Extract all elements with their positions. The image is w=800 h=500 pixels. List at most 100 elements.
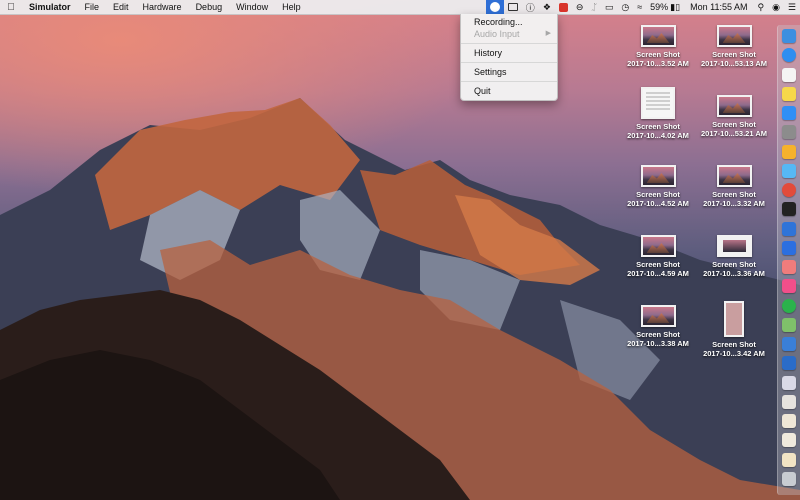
status-item-timemachine[interactable]: ◷ xyxy=(617,0,633,14)
menu-item-audio-input-label: Audio Input xyxy=(474,29,520,39)
trash-icon[interactable] xyxy=(782,471,796,486)
wifi-icon: ≈ xyxy=(637,2,643,12)
dropbox-icon: ❖ xyxy=(542,1,551,12)
file-date: 2017-10...4.59 AM xyxy=(627,269,689,278)
file-thumbnail xyxy=(640,25,676,47)
clock[interactable]: Mon 11:55 AM xyxy=(684,0,753,14)
status-item-battery[interactable]: 59% ▮▯ xyxy=(646,0,684,14)
system-preferences-icon[interactable] xyxy=(782,125,796,140)
airplay-icon: ▭ xyxy=(604,1,614,12)
app-store-icon[interactable] xyxy=(782,106,796,120)
status-area: ⓘ ❖ ⊖ ᛢ ▭ ◷ ≈ 59% ▮▯ Mon 11:55 AM ⚲ ◉ ☰ xyxy=(485,0,800,14)
file-thumbnail xyxy=(640,305,676,327)
bluetooth-icon: ᛢ xyxy=(591,2,597,12)
spotlight-search-icon: ⚲ xyxy=(757,1,765,12)
red-app-icon xyxy=(558,2,568,12)
desktop-file-screen-shot[interactable]: Screen Shot 2017-10...53.13 AM xyxy=(696,25,772,68)
photo-stack-icon[interactable] xyxy=(782,394,796,409)
file-thumbnail xyxy=(716,235,752,257)
desktop-file-screen-shot[interactable]: Screen Shot 2017-10...4.02 AM xyxy=(620,87,696,140)
status-item-info[interactable]: ⓘ xyxy=(522,0,539,14)
file-date: 2017-10...4.52 AM xyxy=(627,199,689,208)
file-name: Screen Shot xyxy=(712,120,756,129)
file-thumbnail xyxy=(640,165,676,187)
file-name: Screen Shot xyxy=(712,190,756,199)
status-item-dropbox[interactable]: ❖ xyxy=(539,0,555,14)
file-date: 2017-10...3.32 AM xyxy=(703,199,765,208)
app-menu[interactable]: Simulator xyxy=(22,0,78,14)
desktop-file-screen-shot[interactable]: Screen Shot 2017-10...3.52 AM xyxy=(620,25,696,68)
menu-item-settings[interactable]: Settings xyxy=(461,66,557,78)
time-machine-icon: ◷ xyxy=(621,1,630,12)
status-item-circle[interactable]: ⊖ xyxy=(572,0,588,14)
file-name: Screen Shot xyxy=(636,330,680,339)
file-thumbnail xyxy=(716,25,752,47)
menu-hardware[interactable]: Hardware xyxy=(136,0,189,14)
terminal-icon[interactable] xyxy=(782,202,796,217)
xcode-tools-icon[interactable] xyxy=(782,356,796,371)
file-name: Screen Shot xyxy=(712,260,756,269)
menu-item-quit[interactable]: Quit xyxy=(461,85,557,97)
battery-percent: 59% xyxy=(650,2,669,12)
menu-help[interactable]: Help xyxy=(275,0,308,14)
desktop-file-screen-shot[interactable]: Screen Shot 2017-10...3.32 AM xyxy=(696,165,772,208)
file-thumbnail xyxy=(641,87,675,119)
file-date: 2017-10...53.21 AM xyxy=(700,129,767,138)
file-date: 2017-10...4.02 AM xyxy=(627,131,689,140)
desktop-file-screen-shot[interactable]: Screen Shot 2017-10...3.42 AM xyxy=(696,301,772,358)
screenshots-folder-icon[interactable] xyxy=(782,452,796,467)
notes-icon[interactable] xyxy=(782,86,796,101)
status-item-red[interactable] xyxy=(555,0,572,14)
status-item-bluetooth[interactable]: ᛢ xyxy=(587,0,600,14)
preview-icon[interactable] xyxy=(782,375,796,390)
file-name: Screen Shot xyxy=(636,122,680,131)
menu-item-history[interactable]: History xyxy=(461,47,557,59)
recorder-status-item[interactable] xyxy=(485,0,504,14)
status-item-user[interactable]: ◉ xyxy=(768,0,784,14)
maps-icon[interactable] xyxy=(782,317,796,332)
file-date: 2017-10...3.42 AM xyxy=(703,349,765,358)
spotify-icon[interactable] xyxy=(782,298,796,313)
desktop-file-screen-shot[interactable]: Screen Shot 2017-10...4.52 AM xyxy=(620,165,696,208)
menu-item-recording[interactable]: Recording... xyxy=(461,16,557,28)
safari-icon[interactable] xyxy=(782,48,796,63)
status-item-window[interactable] xyxy=(504,0,522,14)
xcode-icon[interactable] xyxy=(782,221,796,236)
simulator-icon[interactable] xyxy=(782,337,796,351)
finder-icon[interactable] xyxy=(782,29,796,43)
documents-folder-icon[interactable] xyxy=(782,433,796,448)
menu-item-audio-input: Audio Input ▶ xyxy=(461,28,557,40)
file-date: 2017-10...53.13 AM xyxy=(700,59,767,68)
status-item-search[interactable]: ⚲ xyxy=(753,0,768,14)
desktop-file-screen-shot[interactable]: Screen Shot 2017-10...3.38 AM xyxy=(620,305,696,348)
desktop-file-screen-shot[interactable]: Screen Shot 2017-10...4.59 AM xyxy=(620,235,696,278)
itunes-icon[interactable] xyxy=(782,279,796,294)
calendar-icon[interactable] xyxy=(782,67,796,82)
status-item-airplay[interactable]: ▭ xyxy=(601,0,618,14)
menu-file[interactable]: File xyxy=(78,0,107,14)
status-item-notifications[interactable]: ☰ xyxy=(784,0,800,14)
menu-window[interactable]: Window xyxy=(229,0,275,14)
file-thumbnail xyxy=(724,301,744,337)
file-date: 2017-10...3.36 AM xyxy=(703,269,765,278)
status-item-wifi[interactable]: ≈ xyxy=(633,0,646,14)
desktop-file-screen-shot[interactable]: Screen Shot 2017-10...53.21 AM xyxy=(696,95,772,138)
dropbox-icon[interactable] xyxy=(782,240,796,255)
dock xyxy=(777,25,800,495)
messages-icon[interactable] xyxy=(782,163,796,178)
sketch-icon[interactable] xyxy=(782,144,796,159)
file-name: Screen Shot xyxy=(712,50,756,59)
file-thumbnail xyxy=(716,95,752,117)
menu-debug[interactable]: Debug xyxy=(189,0,230,14)
notification-center-icon: ☰ xyxy=(787,1,796,12)
menu-separator xyxy=(461,62,557,63)
battery-icon: ▮▯ xyxy=(670,1,681,12)
menu-edit[interactable]: Edit xyxy=(106,0,136,14)
apple-menu-icon[interactable]:  xyxy=(0,2,22,13)
file-name: Screen Shot xyxy=(636,260,680,269)
window-icon xyxy=(507,3,518,11)
desktop-file-screen-shot[interactable]: Screen Shot 2017-10...3.36 AM xyxy=(696,235,772,278)
chrome-icon[interactable] xyxy=(782,183,796,197)
photos-icon[interactable] xyxy=(782,260,796,274)
downloads-folder-icon[interactable] xyxy=(782,414,796,428)
